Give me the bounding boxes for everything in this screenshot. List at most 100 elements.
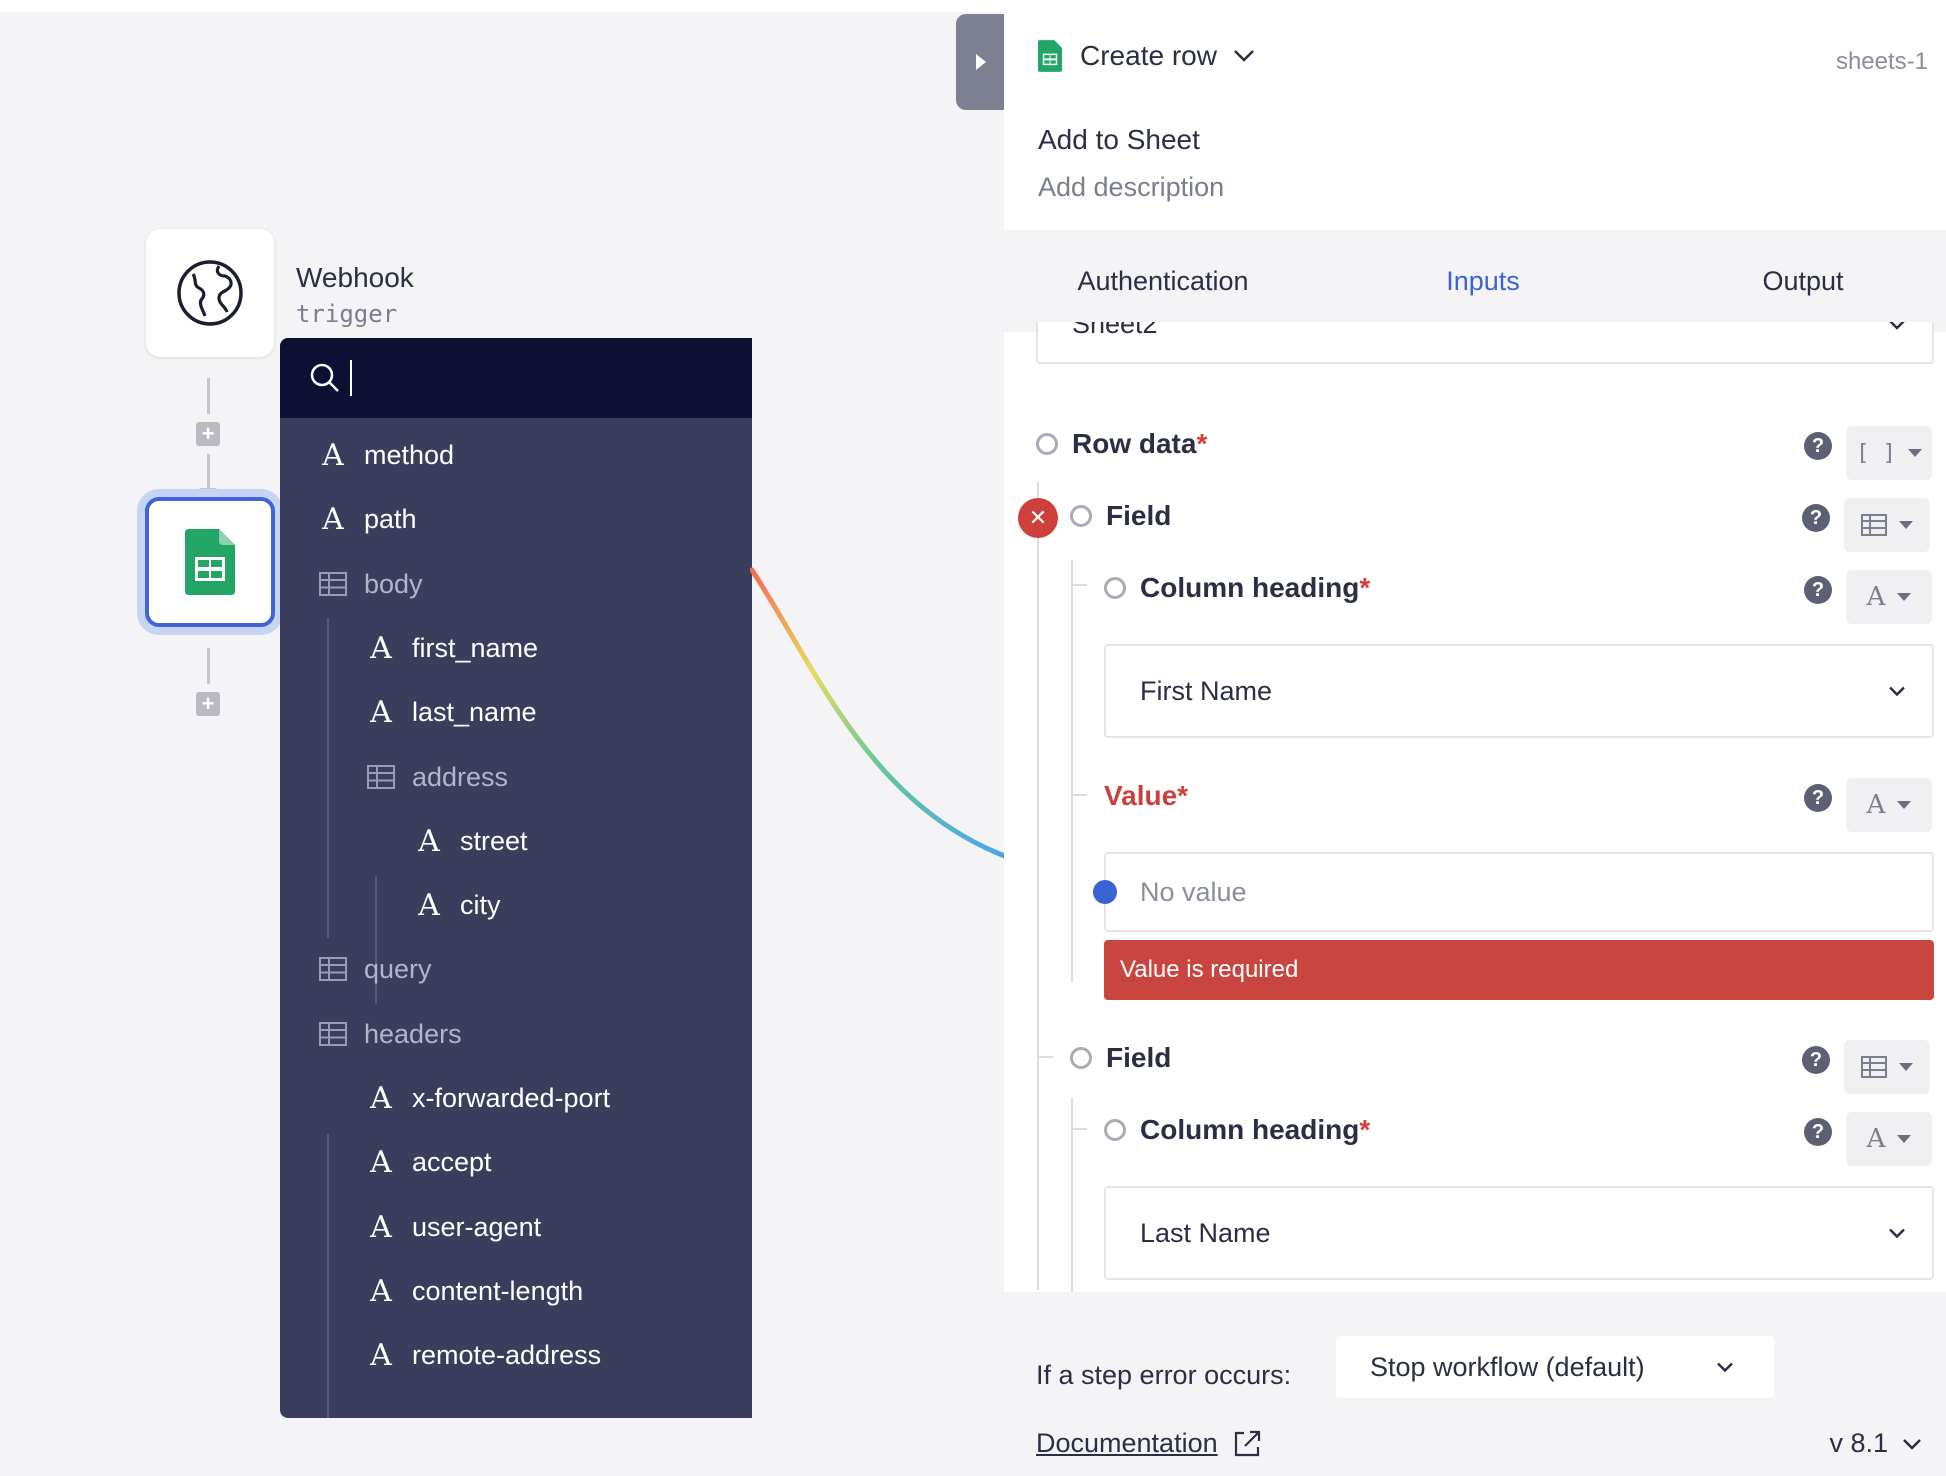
help-icon[interactable]: ? <box>1804 432 1832 460</box>
array-type-icon: [ ] <box>1856 440 1896 466</box>
tree-guide <box>1071 560 1073 982</box>
inputs-scroll-area[interactable]: Sheet2 Row data * ? [ ] ✕ Field ? Column… <box>1004 322 1946 1292</box>
tab-authentication[interactable]: Authentication <box>1004 230 1322 332</box>
help-icon[interactable]: ? <box>1802 504 1830 532</box>
data-picker[interactable]: Amethod Apath body Afirst_name Alast_name add… <box>280 338 752 1418</box>
search-icon <box>310 363 339 392</box>
picker-item[interactable]: Alast_name <box>364 687 536 737</box>
add-step-button[interactable]: + <box>196 692 220 716</box>
help-icon[interactable]: ? <box>1802 1046 1830 1074</box>
picker-item[interactable]: Auser-agent <box>364 1202 541 1252</box>
chevron-down-icon <box>1889 1228 1905 1239</box>
step-name[interactable]: Add to Sheet <box>1038 124 1200 156</box>
globe-icon <box>177 260 243 326</box>
picker-item[interactable]: Afirst_name <box>364 623 538 673</box>
radio-circle[interactable] <box>1070 1047 1092 1069</box>
picker-item[interactable]: Ax-forwarded-port <box>364 1073 610 1123</box>
tree-guide <box>1037 1056 1053 1058</box>
string-type-icon: A <box>1866 582 1886 612</box>
caret-down-icon <box>1897 1135 1912 1143</box>
column-heading-value: Last Name <box>1140 1217 1271 1248</box>
type-select-button[interactable] <box>1844 1040 1930 1094</box>
webhook-trigger-node[interactable] <box>146 229 274 357</box>
action-title: Create row <box>1080 40 1217 71</box>
tab-output[interactable]: Output <box>1644 230 1946 332</box>
sheets-step-node[interactable] <box>145 497 275 627</box>
picker-search-bar[interactable] <box>280 338 752 418</box>
documentation-link[interactable]: Documentation <box>1036 1428 1262 1459</box>
picker-item[interactable]: Acontent-length <box>364 1266 583 1316</box>
string-type-icon: A <box>1866 1124 1886 1154</box>
picker-item[interactable]: Amethod <box>316 430 454 480</box>
prop-label: Value <box>1104 780 1178 811</box>
prop-label: Column heading <box>1140 1114 1360 1145</box>
tab-inputs[interactable]: Inputs <box>1324 230 1642 332</box>
sheet-select-value: Sheet2 <box>1072 322 1158 339</box>
value-error-message: Value is required <box>1104 940 1934 1000</box>
table-icon <box>1861 1056 1887 1078</box>
chevron-down-icon <box>1889 686 1905 697</box>
help-icon[interactable]: ? <box>1804 784 1832 812</box>
panel-collapse-button[interactable] <box>956 14 1006 110</box>
caret-down-icon <box>1899 521 1913 529</box>
picker-item-label: x-forwarded-port <box>412 1082 611 1113</box>
help-icon[interactable]: ? <box>1804 576 1832 604</box>
value-label: Value * <box>1104 780 1188 812</box>
picker-item-label: accept <box>412 1146 492 1177</box>
panel-footer: If a step error occurs: Stop workflow (d… <box>1004 1292 1946 1476</box>
field-label: Field <box>1070 500 1171 532</box>
picker-item[interactable]: Apath <box>316 494 417 544</box>
picker-item[interactable]: Acity <box>412 880 500 930</box>
help-icon[interactable]: ? <box>1804 1118 1832 1146</box>
description-field[interactable]: Add description <box>1038 172 1224 203</box>
remove-field-button[interactable]: ✕ <box>1018 498 1058 538</box>
picker-item[interactable]: headers <box>316 1009 462 1059</box>
action-header[interactable]: Create row <box>1038 40 1255 72</box>
picker-item[interactable]: Aremote-address <box>364 1330 601 1380</box>
panel-tabs: Authentication Inputs Output <box>1004 230 1946 332</box>
type-select-button[interactable]: [ ] <box>1846 426 1932 480</box>
add-step-button[interactable]: + <box>196 422 220 446</box>
picker-item-label: headers <box>364 1018 462 1049</box>
caret-down-icon <box>1897 593 1912 601</box>
string-type-icon: A <box>370 694 392 730</box>
connector-line <box>207 648 210 684</box>
type-select-button[interactable]: A <box>1846 570 1932 624</box>
picker-item-label: path <box>364 503 417 534</box>
tree-guide <box>327 1134 329 1418</box>
string-type-icon: A <box>370 1337 392 1373</box>
table-icon <box>316 1022 350 1046</box>
type-select-button[interactable]: A <box>1846 778 1932 832</box>
radio-circle[interactable] <box>1104 577 1126 599</box>
webhook-node-label: Webhook trigger <box>296 262 414 328</box>
value-input[interactable]: No value <box>1104 852 1934 932</box>
node-subtitle: trigger <box>296 300 398 328</box>
column-heading-select[interactable]: Last Name <box>1104 1186 1934 1280</box>
step-id: sheets-1 <box>1835 48 1928 75</box>
sheet-select[interactable]: Sheet2 <box>1036 322 1934 364</box>
tree-guide <box>1071 794 1087 796</box>
error-handling-label: If a step error occurs: <box>1036 1360 1292 1390</box>
picker-item[interactable]: query <box>316 944 432 994</box>
picker-item[interactable]: Aaccept <box>364 1137 492 1187</box>
picker-item[interactable]: address <box>364 752 508 802</box>
radio-circle[interactable] <box>1036 433 1058 455</box>
error-handling-value: Stop workflow (default) <box>1370 1351 1645 1382</box>
connection-handle[interactable] <box>1093 880 1117 904</box>
type-select-button[interactable]: A <box>1846 1112 1932 1166</box>
radio-circle[interactable] <box>1104 1119 1126 1141</box>
external-link-icon <box>1234 1430 1260 1456</box>
column-heading-select[interactable]: First Name <box>1104 644 1934 738</box>
version-select[interactable]: v 8.1 <box>1829 1428 1922 1459</box>
string-type-icon: A <box>322 437 344 473</box>
chevron-down-icon <box>1903 1438 1921 1450</box>
radio-circle[interactable] <box>1070 505 1092 527</box>
type-select-button[interactable] <box>1844 498 1930 552</box>
required-mark: * <box>1359 1114 1371 1145</box>
error-handling-select[interactable]: Stop workflow (default) <box>1336 1336 1774 1398</box>
picker-item[interactable]: Astreet <box>412 816 527 866</box>
picker-item[interactable]: body <box>316 559 423 609</box>
documentation-link-label: Documentation <box>1036 1428 1218 1458</box>
search-input[interactable] <box>350 360 352 396</box>
caret-down-icon <box>1897 801 1912 809</box>
